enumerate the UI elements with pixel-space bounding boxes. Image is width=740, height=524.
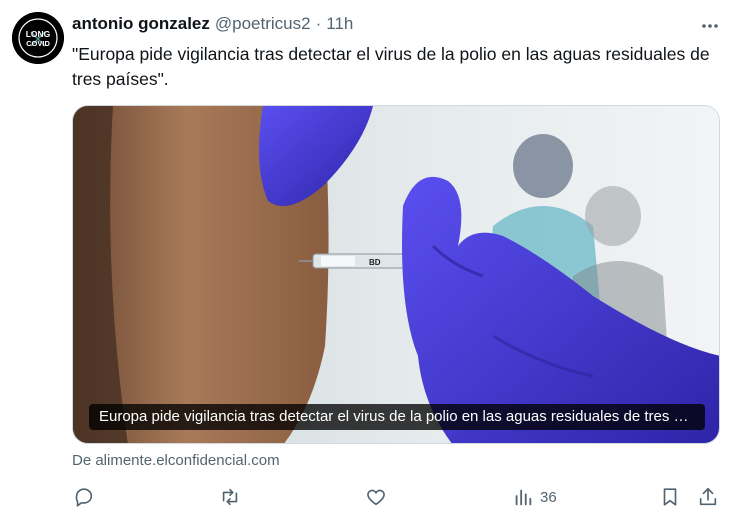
action-bar: 36: [0, 484, 740, 512]
retweet-icon: [222, 488, 238, 506]
tweet-time[interactable]: 11h: [326, 14, 353, 34]
author-name[interactable]: antonio gonzalez: [72, 14, 210, 34]
avatar-line-2: COVID: [26, 39, 50, 48]
link-card[interactable]: BD Europa pide vigilancia tras detectar …: [72, 105, 720, 444]
author-handle[interactable]: @poetricus2: [215, 14, 311, 34]
card-source[interactable]: De alimente.elconfidencial.com: [72, 452, 280, 469]
header-separator: ·: [315, 14, 322, 33]
tweet: LONG COVID antonio gonzalez @poetricus2 …: [0, 0, 740, 524]
reply-icon: [75, 488, 93, 507]
avatar[interactable]: LONG COVID: [12, 12, 64, 64]
like-button[interactable]: [365, 484, 387, 510]
tweet-text: "Europa pide vigilancia tras detectar el…: [72, 44, 710, 89]
long-covid-logo: LONG COVID: [12, 12, 64, 64]
tweet-header: antonio gonzalez @poetricus2 · 11h: [72, 14, 353, 36]
syringe-brand: BD: [369, 258, 381, 267]
bookmark-button[interactable]: [659, 484, 681, 510]
more-button[interactable]: [698, 14, 722, 38]
share-icon: [699, 487, 717, 506]
retweet-button[interactable]: [219, 484, 241, 510]
avatar-line-1: LONG: [26, 29, 51, 39]
like-icon: [367, 489, 385, 506]
bookmark-icon: [663, 488, 677, 506]
reply-button[interactable]: [73, 484, 95, 510]
card-caption: Europa pide vigilancia tras detectar el …: [89, 404, 705, 430]
more-icon: [702, 24, 718, 28]
share-button[interactable]: [697, 484, 719, 510]
views-button[interactable]: 36: [512, 484, 557, 510]
card-image: BD: [73, 106, 719, 443]
views-count: 36: [540, 488, 557, 506]
views-icon: [515, 489, 532, 506]
